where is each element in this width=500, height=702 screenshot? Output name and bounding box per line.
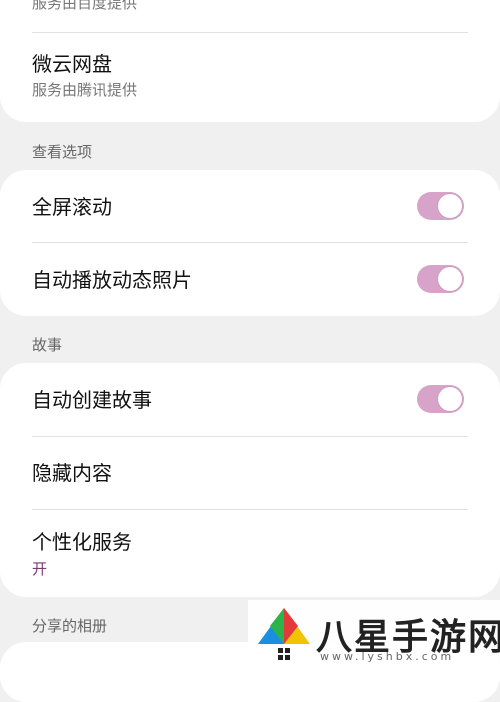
auto-create-stories-toggle[interactable] <box>417 385 464 413</box>
autoplay-motion-photos-label[interactable]: 自动播放动态照片 <box>32 268 468 292</box>
fullscreen-scroll-label[interactable]: 全屏滚动 <box>32 195 468 219</box>
personalized-service-value: 开 <box>32 560 48 578</box>
site-watermark: 八星手游网 www.lyshbx.com <box>248 600 500 666</box>
section-header-shared-albums: 分享的相册 <box>32 617 108 635</box>
watermark-url: www.lyshbx.com <box>320 650 455 663</box>
stories-card: 自动创建故事 隐藏内容 个性化服务 开 <box>0 363 500 597</box>
toggle-knob <box>438 267 462 291</box>
fullscreen-scroll-toggle[interactable] <box>417 192 464 220</box>
section-header-stories: 故事 <box>32 336 63 354</box>
hide-content-item[interactable]: 隐藏内容 <box>32 461 468 485</box>
personalized-service-item[interactable]: 个性化服务 开 <box>32 530 468 580</box>
section-header-view-options: 查看选项 <box>32 143 93 161</box>
personalized-service-label: 个性化服务 <box>32 530 132 554</box>
baidu-service-subtitle: 服务由百度提供 <box>32 0 138 12</box>
divider <box>32 436 468 437</box>
cloud-services-card: 服务由百度提供 微云网盘 服务由腾讯提供 <box>0 0 500 122</box>
autoplay-motion-photos-toggle[interactable] <box>417 265 464 293</box>
auto-create-stories-label[interactable]: 自动创建故事 <box>32 388 468 412</box>
weiyun-cloud-item[interactable]: 微云网盘 服务由腾讯提供 <box>32 52 468 102</box>
divider <box>32 509 468 510</box>
divider <box>32 32 468 33</box>
toggle-knob <box>438 194 462 218</box>
weiyun-subtitle: 服务由腾讯提供 <box>32 81 138 99</box>
divider <box>32 242 468 243</box>
weiyun-title: 微云网盘 <box>32 52 112 76</box>
view-options-card: 全屏滚动 自动播放动态照片 <box>0 170 500 316</box>
watermark-logo-icon <box>258 608 310 660</box>
toggle-knob <box>438 387 462 411</box>
